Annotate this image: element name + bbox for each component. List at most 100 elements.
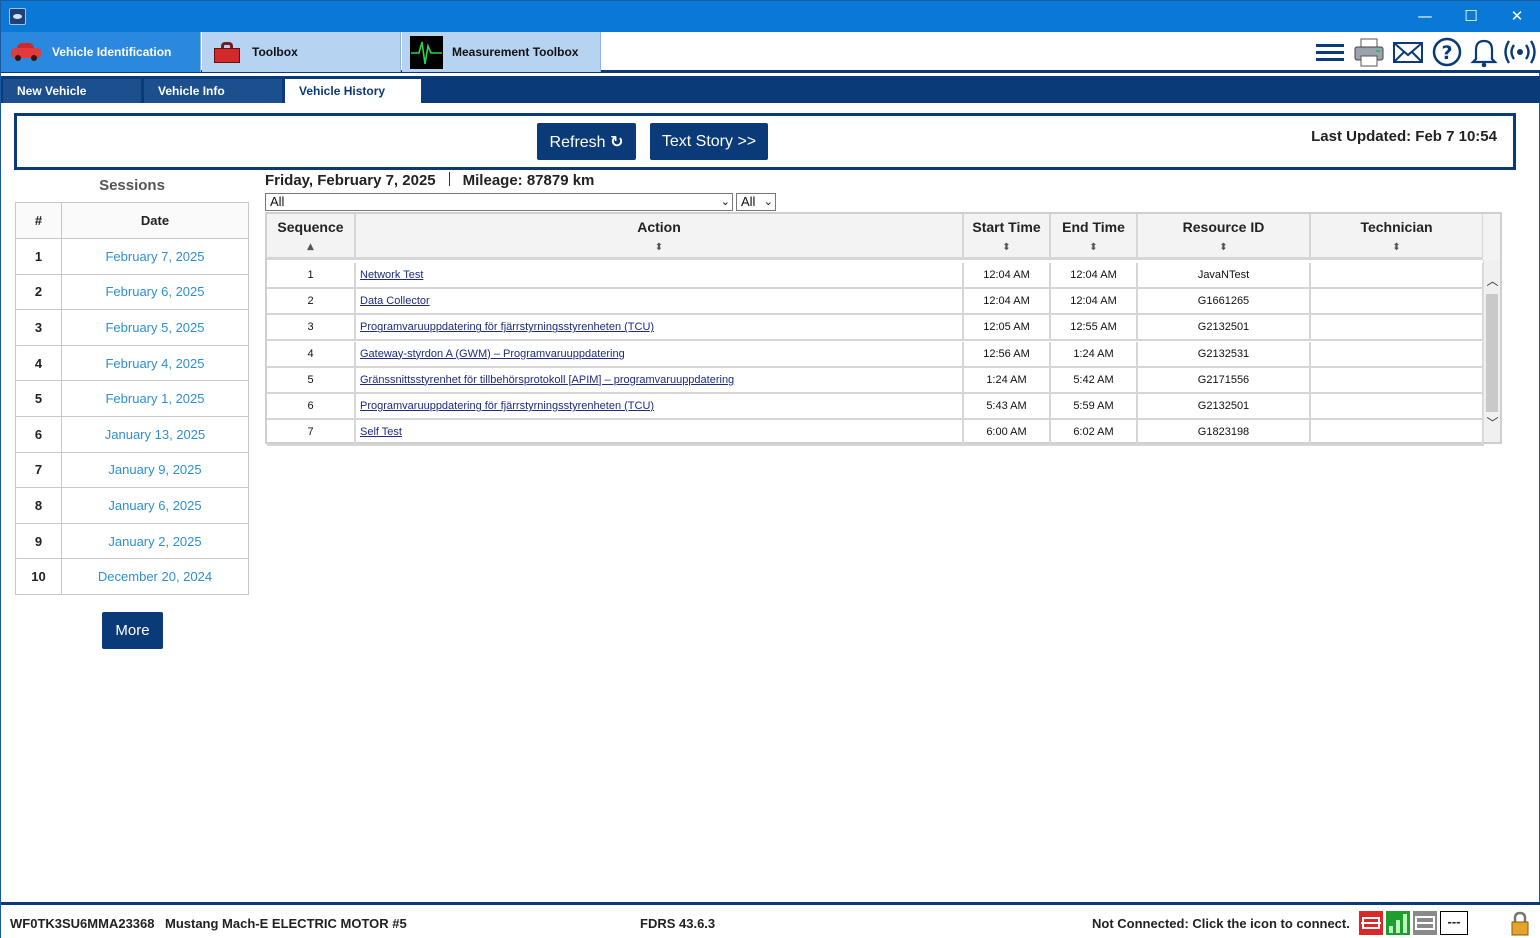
cell-end: 12:04 AM — [1051, 289, 1138, 314]
col-technician-label: Technician — [1360, 219, 1433, 235]
tab-vehicle-info[interactable]: Vehicle Info — [144, 79, 284, 103]
session-row[interactable]: 5 February 1, 2025 — [15, 380, 249, 417]
cell-seq: 3 — [267, 315, 356, 340]
cell-seq: 5 — [267, 367, 356, 392]
network-adapter-icon — [1413, 911, 1437, 935]
help-icon[interactable]: ? — [1430, 36, 1464, 68]
history-date: Friday, February 7, 2025 — [265, 172, 436, 189]
cell-resource: G2171556 — [1138, 367, 1311, 392]
action-filter-select[interactable]: All ⌄ — [265, 193, 733, 211]
col-action-label: Action — [637, 219, 681, 235]
session-number: 4 — [15, 344, 62, 382]
action-link[interactable]: Data Collector — [360, 295, 430, 307]
sort-icon: ⬍ — [1219, 242, 1228, 253]
menu-icon[interactable] — [1313, 36, 1347, 68]
session-date-link[interactable]: January 2, 2025 — [61, 522, 249, 560]
session-date-link[interactable]: February 1, 2025 — [61, 380, 249, 417]
status-connection[interactable]: Not Connected: Click the icon to connect… — [1092, 916, 1350, 931]
session-date-link[interactable]: February 6, 2025 — [61, 273, 249, 311]
tab-toolbox[interactable]: Toolbox — [202, 32, 401, 72]
cell-tech — [1311, 263, 1484, 287]
cell-action: Programvaruuppdatering för fjärrstyrning… — [356, 315, 964, 340]
tab-measurement-toolbox[interactable]: Measurement Toolbox — [402, 32, 601, 72]
session-date-link[interactable]: January 9, 2025 — [61, 451, 249, 489]
tab-new-vehicle[interactable]: New Vehicle — [3, 79, 143, 103]
status-bar: WF0TK3SU6MMA23368 Mustang Mach-E ELECTRI… — [1, 902, 1540, 938]
tab-vehicle-history[interactable]: Vehicle History — [285, 79, 423, 103]
cell-resource: G1823198 — [1138, 420, 1311, 445]
vci-disconnected-icon[interactable] — [1359, 911, 1383, 935]
session-date-link[interactable]: February 5, 2025 — [61, 309, 249, 346]
scroll-up-icon[interactable]: ︿ — [1484, 272, 1501, 289]
action-link[interactable]: Programvaruuppdatering för fjärrstyrning… — [360, 400, 654, 412]
col-action[interactable]: Action ⬍ — [356, 214, 964, 260]
minimize-button[interactable]: — — [1402, 1, 1448, 32]
text-story-button[interactable]: Text Story >> — [650, 123, 768, 160]
session-row[interactable]: 4 February 4, 2025 — [15, 344, 249, 382]
refresh-icon: ↻ — [610, 132, 624, 151]
scroll-down-icon[interactable]: ﹀ — [1484, 414, 1501, 431]
secondary-filter-select[interactable]: All ⌄ — [736, 193, 776, 211]
cell-start: 12:56 AM — [964, 341, 1051, 366]
session-number: 8 — [15, 487, 62, 524]
sort-icon: ⬍ — [1089, 242, 1098, 253]
action-link[interactable]: Gateway-styrdon A (GWM) – Programvaruupp… — [360, 348, 625, 360]
cell-start: 12:05 AM — [964, 315, 1051, 340]
col-start-time[interactable]: Start Time ⬍ — [964, 214, 1051, 260]
session-date-link[interactable]: January 13, 2025 — [61, 415, 249, 453]
session-date-link[interactable]: February 7, 2025 — [61, 238, 249, 275]
col-start-label: Start Time — [972, 219, 1041, 235]
cell-action: Gateway-styrdon A (GWM) – Programvaruupp… — [356, 341, 964, 366]
session-row[interactable]: 8 January 6, 2025 — [15, 487, 249, 524]
lock-icon[interactable] — [1508, 911, 1532, 936]
session-row[interactable]: 1 February 7, 2025 — [15, 238, 249, 275]
refresh-button[interactable]: Refresh ↻ — [537, 123, 636, 160]
cell-start: 1:24 AM — [964, 367, 1051, 392]
action-link[interactable]: Self Test — [360, 426, 402, 438]
cell-resource: G2132501 — [1138, 394, 1311, 418]
history-row: 6 Programvaruuppdatering för fjärrstyrnin… — [267, 394, 1484, 420]
col-technician[interactable]: Technician ⬍ — [1311, 214, 1484, 260]
col-end-time[interactable]: End Time ⬍ — [1051, 214, 1138, 260]
action-link[interactable]: Network Test — [360, 269, 423, 281]
tab-label: Toolbox — [252, 45, 298, 59]
bell-icon[interactable] — [1467, 36, 1501, 68]
session-date-link[interactable]: December 20, 2024 — [61, 558, 249, 595]
scroll-thumb[interactable] — [1486, 294, 1498, 412]
session-number: 5 — [15, 380, 62, 417]
session-row[interactable]: 3 February 5, 2025 — [15, 309, 249, 346]
fdrs-window: — ☐ ✕ Vehicle Identification Toolbox Mea… — [0, 0, 1540, 938]
session-row[interactable]: 7 January 9, 2025 — [15, 451, 249, 489]
col-resource-id[interactable]: Resource ID ⬍ — [1138, 214, 1311, 260]
wireless-icon[interactable] — [1503, 36, 1537, 68]
close-button[interactable]: ✕ — [1494, 1, 1540, 32]
session-row[interactable]: 6 January 13, 2025 — [15, 415, 249, 453]
session-row[interactable]: 10 December 20, 2024 — [15, 558, 249, 595]
session-date-link[interactable]: February 4, 2025 — [61, 344, 249, 382]
tab-label: Vehicle Identification — [52, 45, 172, 59]
tab-label: Measurement Toolbox — [452, 45, 579, 59]
history-scrollbar[interactable]: ︿ ﹀ — [1483, 260, 1500, 442]
action-link[interactable]: Programvaruuppdatering för fjärrstyrning… — [360, 321, 654, 333]
maximize-button[interactable]: ☐ — [1448, 1, 1494, 32]
action-link[interactable]: Gränssnittsstyrenhet för tillbehörsproto… — [360, 374, 734, 386]
chevron-down-icon: ⌄ — [763, 195, 773, 208]
session-row[interactable]: 2 February 6, 2025 — [15, 273, 249, 311]
title-bar: — ☐ ✕ — [1, 1, 1540, 32]
cell-resource: G2132501 — [1138, 315, 1311, 340]
header-filler — [1483, 214, 1500, 260]
session-number: 1 — [15, 238, 62, 275]
cell-seq: 4 — [267, 341, 356, 366]
cell-tech — [1311, 315, 1484, 340]
col-sequence[interactable]: Sequence ▲ — [267, 214, 356, 260]
mail-icon[interactable] — [1391, 36, 1425, 68]
history-row: 2 Data Collector 12:04 AM 12:04 AM G1661265 — [267, 289, 1484, 316]
history-row: 4 Gateway-styrdon A (GWM) – Programvaruup… — [267, 341, 1484, 368]
session-date-link[interactable]: January 6, 2025 — [61, 487, 249, 524]
tab-vehicle-identification[interactable]: Vehicle Identification — [1, 32, 201, 72]
session-row[interactable]: 9 January 2, 2025 — [15, 522, 249, 560]
printer-icon[interactable] — [1352, 36, 1386, 68]
history-row: 7 Self Test 6:00 AM 6:02 AM G1823198 — [267, 420, 1484, 447]
status-version: FDRS 43.6.3 — [640, 916, 716, 931]
more-button[interactable]: More — [102, 612, 163, 649]
